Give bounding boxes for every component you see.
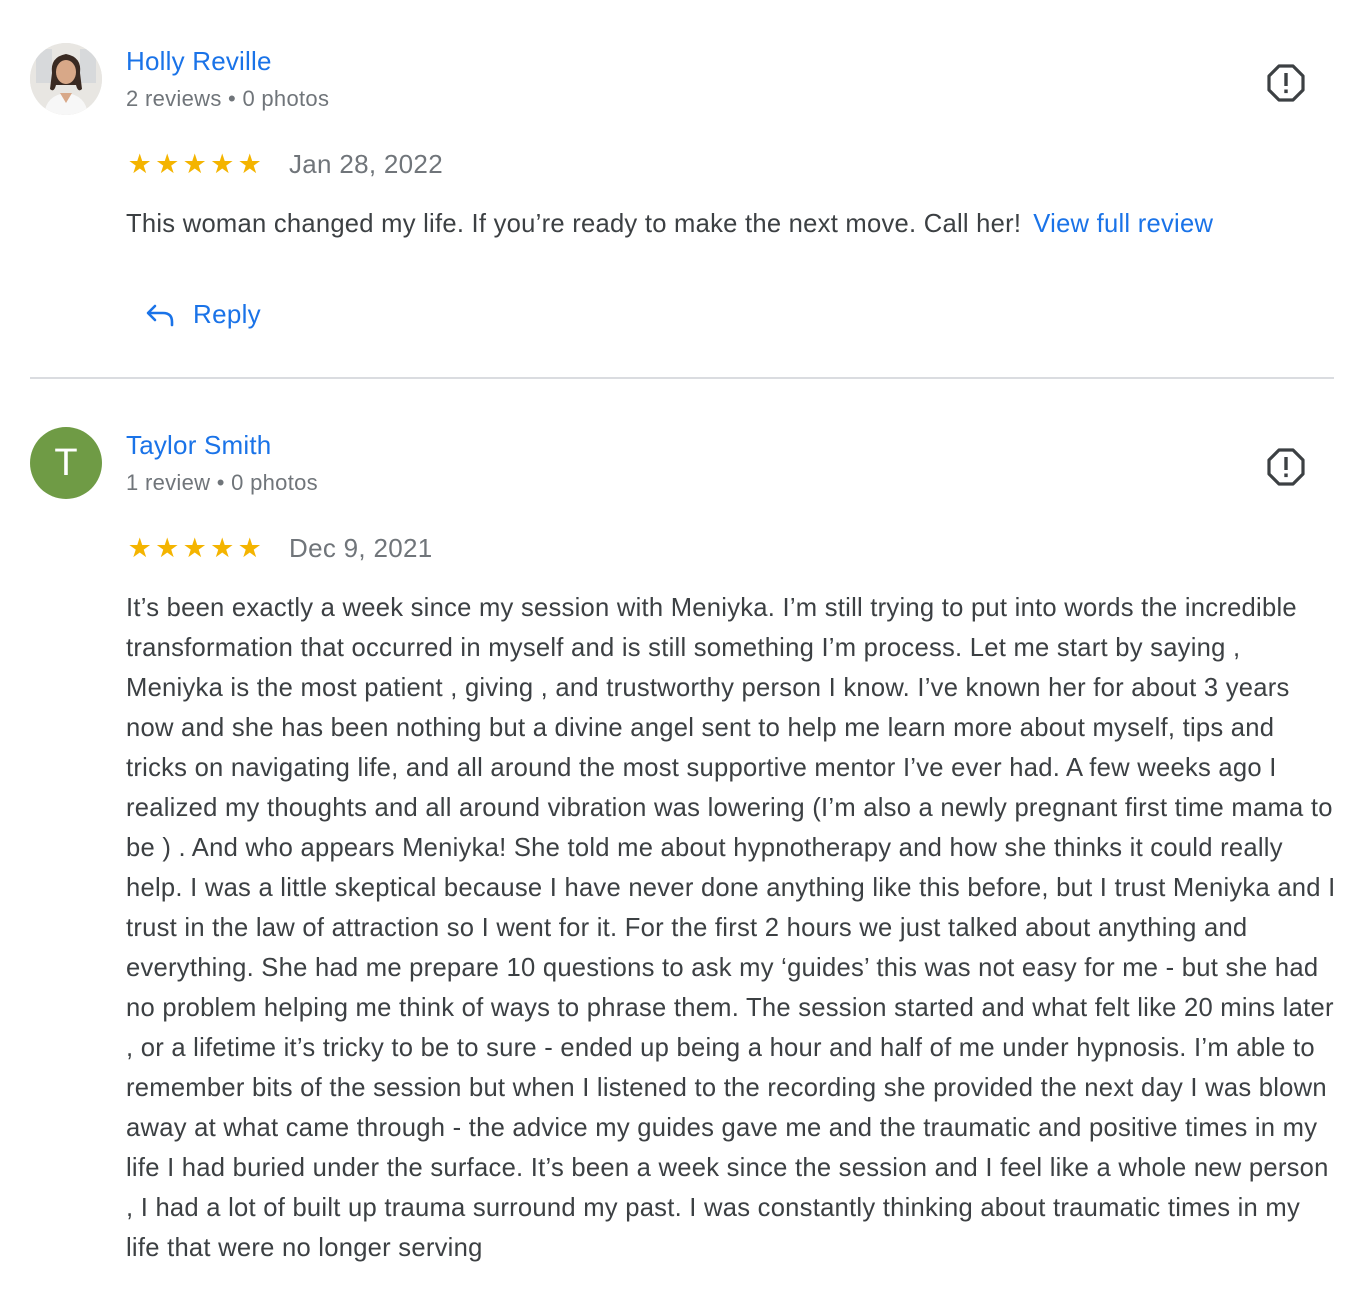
reviewer-name[interactable]: Taylor Smith: [126, 430, 271, 461]
avatar-letter: T: [54, 441, 78, 484]
reply-label: Reply: [193, 299, 261, 329]
reply-arrow-icon: [146, 304, 174, 326]
review-divider: [30, 377, 1334, 379]
star-icon: ★: [237, 149, 262, 179]
star-icon: ★: [210, 149, 235, 179]
avatar[interactable]: [30, 43, 102, 115]
star-icon: ★: [182, 533, 207, 563]
review-date: Dec 9, 2021: [289, 533, 433, 563]
star-rating: ★ ★ ★ ★ ★: [126, 149, 264, 179]
avatar[interactable]: T: [30, 427, 102, 499]
star-icon: ★: [237, 533, 262, 563]
star-icon: ★: [127, 533, 152, 563]
reviewer-name[interactable]: Holly Reville: [126, 46, 272, 77]
view-full-review-link[interactable]: View full review: [1033, 210, 1213, 238]
avatar-photo-icon: [30, 43, 102, 115]
star-icon: ★: [155, 149, 180, 179]
reviewer-meta: 2 reviews • 0 photos: [126, 86, 330, 111]
star-icon: ★: [210, 533, 235, 563]
star-icon: ★: [155, 533, 180, 563]
reviewer-meta: 1 review • 0 photos: [126, 470, 318, 495]
star-icon: ★: [182, 149, 207, 179]
review-text-content: This woman changed my life. If you’re re…: [126, 210, 1022, 238]
star-icon: ★: [127, 149, 152, 179]
review-date: Jan 28, 2022: [289, 149, 443, 179]
review-text: This woman changed my life. If you’re re…: [126, 204, 1341, 244]
review-text: It’s been exactly a week since my sessio…: [126, 594, 1336, 1262]
report-flag-icon[interactable]: [1266, 63, 1306, 103]
report-flag-icon[interactable]: [1266, 447, 1306, 487]
star-rating: ★ ★ ★ ★ ★: [126, 533, 264, 563]
reply-button[interactable]: Reply: [145, 299, 261, 330]
